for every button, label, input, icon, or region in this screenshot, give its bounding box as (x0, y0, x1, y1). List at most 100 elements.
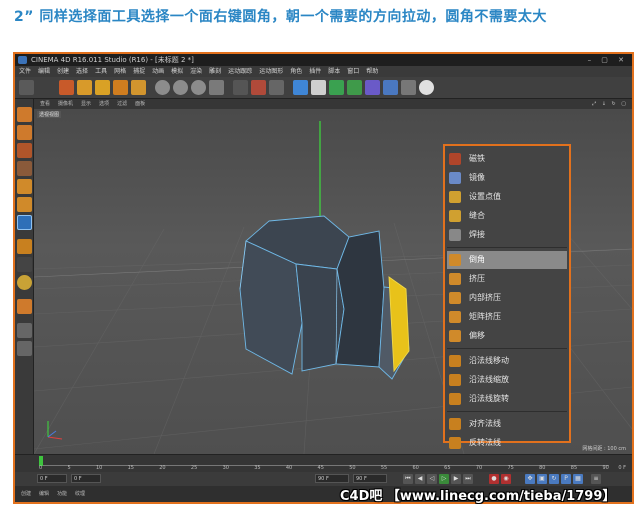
viewport-menu-item[interactable]: 过滤 (117, 99, 127, 109)
viewport-menu-item[interactable]: 查看 (40, 99, 50, 109)
timeline-options-icon[interactable]: ≡ (591, 474, 601, 484)
material-menu-item[interactable]: 纹理 (75, 486, 85, 502)
camera-icon[interactable] (401, 80, 416, 95)
render-view-icon[interactable] (233, 80, 248, 95)
key-parameter-icon[interactable]: P (561, 474, 571, 484)
context-menu-item[interactable]: 对齐法线 (447, 415, 567, 433)
viewport-menu-item[interactable]: 面板 (135, 99, 145, 109)
points-mode-icon[interactable] (17, 179, 32, 194)
tweak-mode-icon[interactable] (17, 257, 32, 272)
context-menu-item[interactable]: 沿法线缩放 (447, 371, 567, 389)
material-menu-item[interactable]: 功能 (57, 486, 67, 502)
menu-item[interactable]: 编辑 (38, 66, 50, 77)
menu-item[interactable]: 运动跟踪 (228, 66, 252, 77)
timeline[interactable]: 0 5 10 15 20 25 30 35 40 45 50 55 60 65 70 75 80 85 90 0 F (15, 454, 632, 472)
context-menu-item[interactable]: 内部挤压 (447, 289, 567, 307)
record-icon[interactable]: ● (489, 474, 499, 484)
context-menu-item[interactable]: 沿法线旋转 (447, 390, 567, 408)
context-menu-item[interactable]: 反转法线 (447, 434, 567, 452)
go-to-start-icon[interactable]: ⏮ (403, 474, 413, 484)
context-menu-item[interactable]: 沿法线移动 (447, 352, 567, 370)
light-icon[interactable] (419, 80, 434, 95)
subdivision-surface-icon[interactable] (329, 80, 344, 95)
render-settings-icon[interactable] (269, 80, 284, 95)
preview-end-field[interactable]: 90 F (353, 474, 387, 483)
workplane-mode-icon[interactable] (17, 161, 32, 176)
menu-item[interactable]: 雕刻 (209, 66, 221, 77)
key-position-icon[interactable]: ✥ (525, 474, 535, 484)
key-pla-icon[interactable]: ▦ (573, 474, 583, 484)
pen-spline-icon[interactable] (311, 80, 326, 95)
move-icon[interactable] (77, 80, 92, 95)
menu-item[interactable]: 脚本 (328, 66, 340, 77)
start-frame-field[interactable]: 0 F (37, 474, 67, 483)
menu-item[interactable]: 创建 (57, 66, 69, 77)
menu-item[interactable]: 文件 (19, 66, 31, 77)
scale-icon[interactable] (95, 80, 110, 95)
key-scale-icon[interactable]: ▣ (537, 474, 547, 484)
context-menu-item[interactable]: 倒角 (447, 251, 567, 269)
material-menu-item[interactable]: 编辑 (39, 486, 49, 502)
y-axis-icon[interactable] (173, 80, 188, 95)
deformer-icon[interactable] (365, 80, 380, 95)
end-frame-field[interactable]: 90 F (315, 474, 349, 483)
menu-item[interactable]: 动画 (152, 66, 164, 77)
beveled-cube-object[interactable] (239, 215, 410, 380)
floor-scene-icon[interactable] (383, 80, 398, 95)
material-menu-item[interactable]: 创建 (21, 486, 31, 502)
menu-item[interactable]: 捕捉 (133, 66, 145, 77)
x-axis-icon[interactable] (155, 80, 170, 95)
texture-mode-icon[interactable] (17, 143, 32, 158)
menu-item[interactable]: 选择 (76, 66, 88, 77)
viewport-menu-item[interactable]: 选项 (99, 99, 109, 109)
context-menu-item[interactable]: 镜像 (447, 169, 567, 187)
autokey-icon[interactable]: ◉ (501, 474, 511, 484)
live-select-icon[interactable] (59, 80, 74, 95)
menu-item[interactable]: 网格 (114, 66, 126, 77)
cube-primitive-icon[interactable] (293, 80, 308, 95)
menu-item[interactable]: 窗口 (347, 66, 359, 77)
array-generator-icon[interactable] (347, 80, 362, 95)
snap-icon[interactable] (17, 275, 32, 290)
context-menu-item[interactable]: 偏移 (447, 327, 567, 345)
key-rotation-icon[interactable]: ↻ (549, 474, 559, 484)
viewport-menu-item[interactable]: 摄像机 (58, 99, 73, 109)
play-backward-icon[interactable]: ◁ (427, 474, 437, 484)
workplane-lock-icon[interactable] (17, 299, 32, 314)
timeline-tick-label: 75 (507, 465, 514, 471)
current-frame-field[interactable]: 0 F (71, 474, 101, 483)
viewport-menu-item[interactable]: 显示 (81, 99, 91, 109)
menu-item[interactable]: 工具 (95, 66, 107, 77)
model-mode-icon[interactable] (17, 125, 32, 140)
play-icon[interactable]: ▷ (439, 474, 449, 484)
context-menu-item[interactable]: 矩阵挤压 (447, 308, 567, 326)
menu-item[interactable]: 模拟 (171, 66, 183, 77)
go-to-end-icon[interactable]: ⏭ (463, 474, 473, 484)
undo-icon[interactable] (19, 80, 34, 95)
menu-item[interactable]: 渲染 (190, 66, 202, 77)
render-to-picture-viewer-icon[interactable] (251, 80, 266, 95)
z-axis-icon[interactable] (191, 80, 206, 95)
context-menu-item[interactable]: 焊接 (447, 226, 567, 244)
rotate-icon[interactable] (113, 80, 128, 95)
context-menu-item[interactable]: 设置点值 (447, 188, 567, 206)
axis-mode-icon[interactable] (17, 239, 32, 254)
recent-tools-icon[interactable] (131, 80, 146, 95)
context-menu-item[interactable]: 磁铁 (447, 150, 567, 168)
context-menu-item[interactable]: 缝合 (447, 207, 567, 225)
coordinate-system-icon[interactable] (209, 80, 224, 95)
menu-item[interactable]: 帮助 (366, 66, 378, 77)
make-editable-icon[interactable] (17, 107, 32, 122)
grid-mode-icon[interactable] (17, 341, 32, 356)
edges-mode-icon[interactable] (17, 197, 32, 212)
previous-key-icon[interactable]: ◀ (415, 474, 425, 484)
menu-item[interactable]: 运动图形 (259, 66, 283, 77)
polygons-mode-icon[interactable] (17, 215, 32, 230)
next-key-icon[interactable]: ▶ (451, 474, 461, 484)
menu-item[interactable]: 角色 (290, 66, 302, 77)
window-controls[interactable]: – ▢ ✕ (588, 54, 628, 66)
solo-mode-icon[interactable] (17, 323, 32, 338)
context-menu-item[interactable]: 挤压 (447, 270, 567, 288)
menu-item[interactable]: 插件 (309, 66, 321, 77)
viewport-navigation-icons[interactable]: ⤢ ↓ ↻ ▢ (592, 99, 628, 109)
